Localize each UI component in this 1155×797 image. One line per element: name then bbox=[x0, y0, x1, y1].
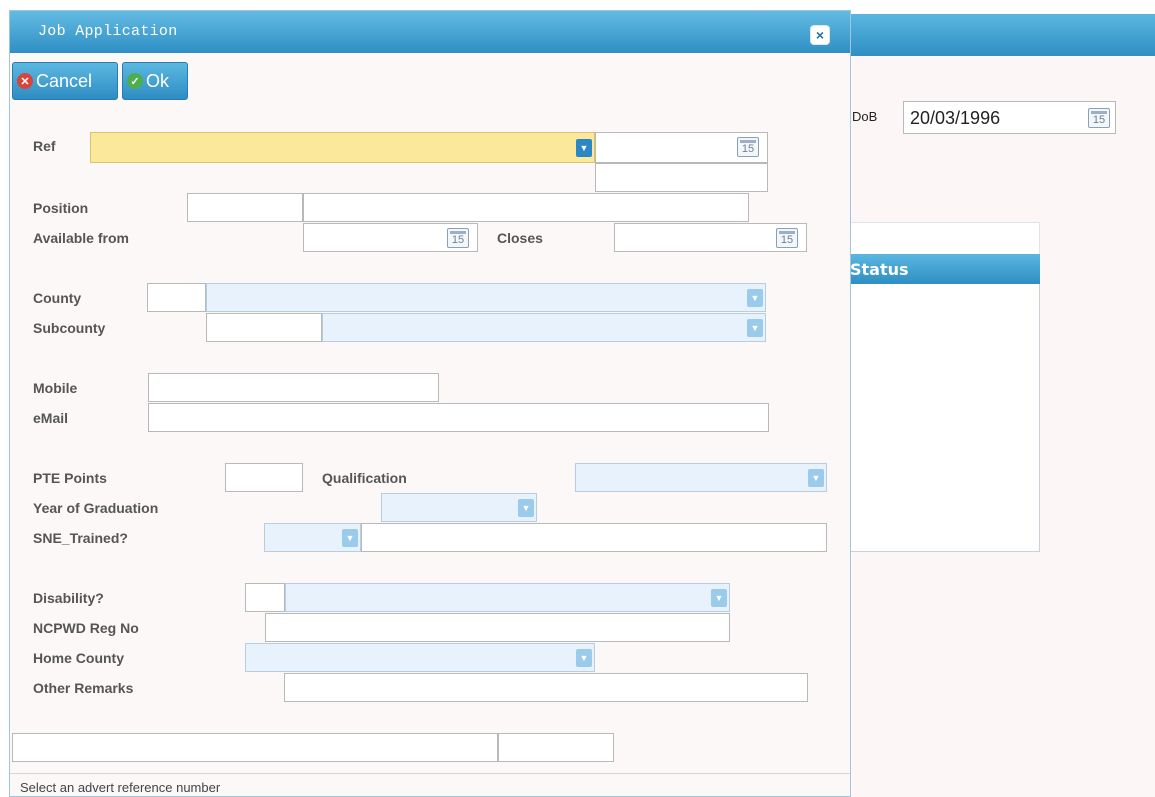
status-header-label: Status bbox=[850, 260, 909, 279]
position-name-field[interactable] bbox=[303, 193, 749, 222]
disability-label: Disability? bbox=[33, 590, 104, 606]
disability-select[interactable]: ▼ bbox=[285, 583, 730, 612]
available-from-label: Available from bbox=[33, 230, 129, 246]
chevron-down-icon[interactable]: ▼ bbox=[342, 528, 358, 547]
bottom-field-2[interactable] bbox=[498, 733, 614, 762]
dob-field[interactable]: 20/03/1996 15 bbox=[903, 101, 1116, 134]
calendar-icon[interactable]: 15 bbox=[447, 228, 469, 248]
background-header-bar bbox=[840, 14, 1155, 56]
subcounty-code-field[interactable] bbox=[206, 313, 322, 342]
year-of-graduation-select[interactable]: ▼ bbox=[381, 493, 537, 522]
chevron-down-icon[interactable]: ▼ bbox=[518, 498, 534, 517]
status-message: Select an advert reference number bbox=[20, 780, 221, 795]
status-column-header[interactable]: Status bbox=[848, 254, 1040, 284]
close-icon[interactable]: × bbox=[810, 25, 830, 45]
home-county-label: Home County bbox=[33, 650, 124, 666]
sne-trained-label: SNE_Trained? bbox=[33, 530, 128, 546]
county-label: County bbox=[33, 290, 82, 306]
pte-points-field[interactable] bbox=[225, 463, 303, 492]
cancel-circle-icon: ✕ bbox=[17, 73, 33, 89]
sne-trained-details-field[interactable] bbox=[361, 523, 827, 552]
cancel-button[interactable]: ✕ Cancel bbox=[12, 62, 118, 100]
qualification-label: Qualification bbox=[322, 470, 407, 486]
county-code-field[interactable] bbox=[147, 283, 206, 312]
available-from-field[interactable]: 15 bbox=[303, 223, 478, 252]
cancel-button-label: Cancel bbox=[36, 70, 93, 91]
position-label: Position bbox=[33, 200, 89, 216]
qualification-select[interactable]: ▼ bbox=[575, 463, 827, 492]
ok-button-label: Ok bbox=[146, 70, 170, 91]
ncpwd-reg-no-field[interactable] bbox=[265, 613, 730, 642]
chevron-down-icon[interactable]: ▼ bbox=[576, 138, 592, 157]
email-label: eMail bbox=[33, 410, 69, 426]
ref-date-field[interactable]: 15 bbox=[595, 132, 768, 163]
chevron-down-icon[interactable]: ▼ bbox=[747, 318, 763, 337]
subcounty-label: Subcounty bbox=[33, 320, 106, 336]
ok-button[interactable]: ✓ Ok bbox=[122, 62, 188, 100]
job-application-dialog: Job Application × ✕ Cancel ✓ Ok Ref ▼ 15… bbox=[9, 10, 851, 797]
year-of-graduation-label: Year of Graduation bbox=[33, 500, 159, 516]
disability-code-field[interactable] bbox=[245, 583, 285, 612]
mobile-label: Mobile bbox=[33, 380, 78, 396]
subcounty-select[interactable]: ▼ bbox=[322, 313, 766, 342]
closes-field[interactable]: 15 bbox=[614, 223, 807, 252]
ref-label: Ref bbox=[33, 138, 56, 154]
email-field[interactable] bbox=[148, 403, 769, 432]
dob-value: 20/03/1996 bbox=[910, 108, 1001, 128]
dob-label: DoB bbox=[852, 109, 878, 124]
dialog-title: Job Application bbox=[38, 23, 178, 40]
mobile-field[interactable] bbox=[148, 373, 439, 402]
closes-label: Closes bbox=[497, 230, 543, 246]
calendar-icon[interactable]: 15 bbox=[776, 228, 798, 248]
ref-extra-field[interactable] bbox=[595, 163, 768, 192]
status-divider bbox=[10, 773, 850, 774]
other-remarks-field[interactable] bbox=[284, 673, 808, 702]
home-county-select[interactable]: ▼ bbox=[245, 643, 595, 672]
pte-points-label: PTE Points bbox=[33, 470, 107, 486]
calendar-icon[interactable]: 15 bbox=[1088, 108, 1110, 128]
bottom-field-1[interactable] bbox=[12, 733, 498, 762]
calendar-icon[interactable]: 15 bbox=[737, 137, 759, 157]
sne-trained-select[interactable]: ▼ bbox=[264, 523, 361, 552]
position-code-field[interactable] bbox=[187, 193, 303, 222]
chevron-down-icon[interactable]: ▼ bbox=[747, 288, 763, 307]
status-table-body bbox=[848, 284, 1040, 552]
chevron-down-icon[interactable]: ▼ bbox=[808, 468, 824, 487]
check-circle-icon: ✓ bbox=[127, 73, 143, 89]
chevron-down-icon[interactable]: ▼ bbox=[576, 648, 592, 667]
background-table-top bbox=[848, 222, 1040, 254]
other-remarks-label: Other Remarks bbox=[33, 680, 134, 696]
ncpwd-reg-no-label: NCPWD Reg No bbox=[33, 620, 139, 636]
chevron-down-icon[interactable]: ▼ bbox=[711, 588, 727, 607]
ref-select[interactable]: ▼ bbox=[90, 132, 595, 163]
county-select[interactable]: ▼ bbox=[206, 283, 766, 312]
